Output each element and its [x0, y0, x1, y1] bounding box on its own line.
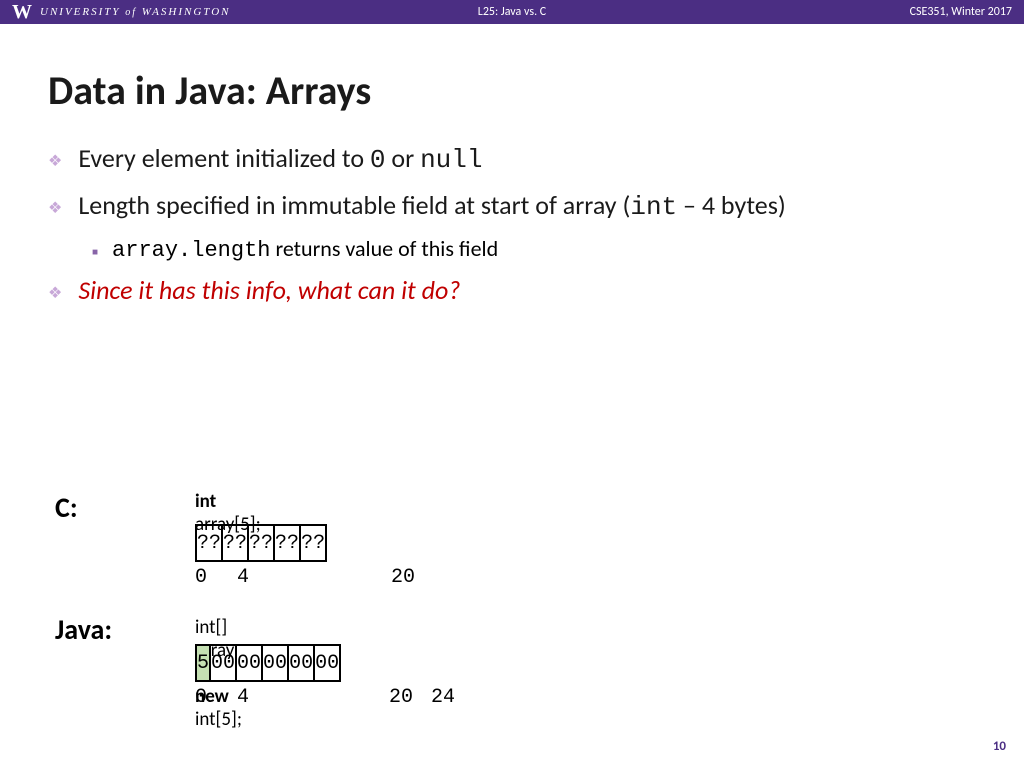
b2-sub-text: returns value of this field: [270, 235, 498, 262]
b2-sub-code: array.length: [112, 238, 270, 263]
slide-header: W UNIVERSITY of WASHINGTON L25: Java vs.…: [0, 0, 1024, 24]
c-cell-4: ??: [300, 525, 326, 561]
diamond-bullet-icon: ❖: [48, 151, 62, 173]
java-cell-3: 00: [288, 645, 314, 681]
bullet-1: ❖ Every element initialized to 0 or null: [48, 141, 976, 178]
diamond-bullet-icon: ❖: [48, 198, 62, 220]
java-cell-0: 00: [210, 645, 236, 681]
diamond-bullet-icon: ❖: [48, 283, 62, 305]
c-offset-20: 20: [391, 566, 415, 589]
university-name: UNIVERSITY of WASHINGTON: [40, 6, 230, 18]
java-cell-2: 00: [262, 645, 288, 681]
c-offsets: 0 4 20: [195, 566, 415, 589]
b1-code-zero: 0: [370, 145, 386, 175]
c-array-table: ?? ?? ?? ?? ??: [195, 524, 327, 562]
b2-text-post: – 4 bytes): [677, 189, 786, 221]
bullet-list: ❖ Every element initialized to 0 or null…: [48, 141, 976, 308]
bullet-2-sub: ■ array.length returns value of this fie…: [92, 235, 976, 263]
page-number: 10: [993, 739, 1006, 754]
java-decl-post: int[5];: [195, 708, 242, 731]
c-label: C:: [55, 490, 78, 525]
java-offset-4: 4: [237, 686, 279, 709]
uw-logo-icon: W: [12, 1, 32, 24]
b3-text: Since it has this info, what can it do?: [78, 273, 460, 308]
c-cell-1: ??: [222, 525, 248, 561]
slide-title: Data in Java: Arrays: [0, 24, 1024, 133]
java-length-cell: 5: [196, 645, 210, 681]
lecture-label: L25: Java vs. C: [478, 5, 546, 19]
java-cell-4: 00: [314, 645, 340, 681]
header-left: W UNIVERSITY of WASHINGTON: [12, 1, 230, 24]
java-offset-24: 24: [431, 686, 455, 709]
course-label: CSE351, Winter 2017: [910, 5, 1012, 19]
java-label: Java:: [55, 612, 112, 647]
square-bullet-icon: ■: [92, 245, 98, 258]
java-offset-20: 20: [389, 686, 431, 709]
c-offset-0: 0: [195, 566, 237, 589]
c-cell-2: ??: [248, 525, 274, 561]
b2-text-pre: Length specified in immutable field at s…: [78, 189, 630, 221]
c-decl-type: int: [195, 490, 216, 513]
c-cell-0: ??: [196, 525, 222, 561]
b1-code-null: null: [420, 145, 482, 175]
bullet-2: ❖ Length specified in immutable field at…: [48, 188, 976, 225]
java-cell-1: 00: [236, 645, 262, 681]
java-offset-0: 0: [195, 686, 237, 709]
java-array-table: 5 00 00 00 00 00: [195, 644, 341, 682]
content-area: ❖ Every element initialized to 0 or null…: [0, 133, 1024, 308]
bullet-3: ❖ Since it has this info, what can it do…: [48, 273, 976, 308]
b1-text-mid: or: [386, 142, 421, 174]
c-cell-3: ??: [274, 525, 300, 561]
c-offset-4: 4: [237, 566, 279, 589]
java-offsets: 0 4 20 24: [195, 686, 455, 709]
b2-code-int: int: [630, 192, 677, 222]
b1-text-pre: Every element initialized to: [78, 142, 370, 174]
